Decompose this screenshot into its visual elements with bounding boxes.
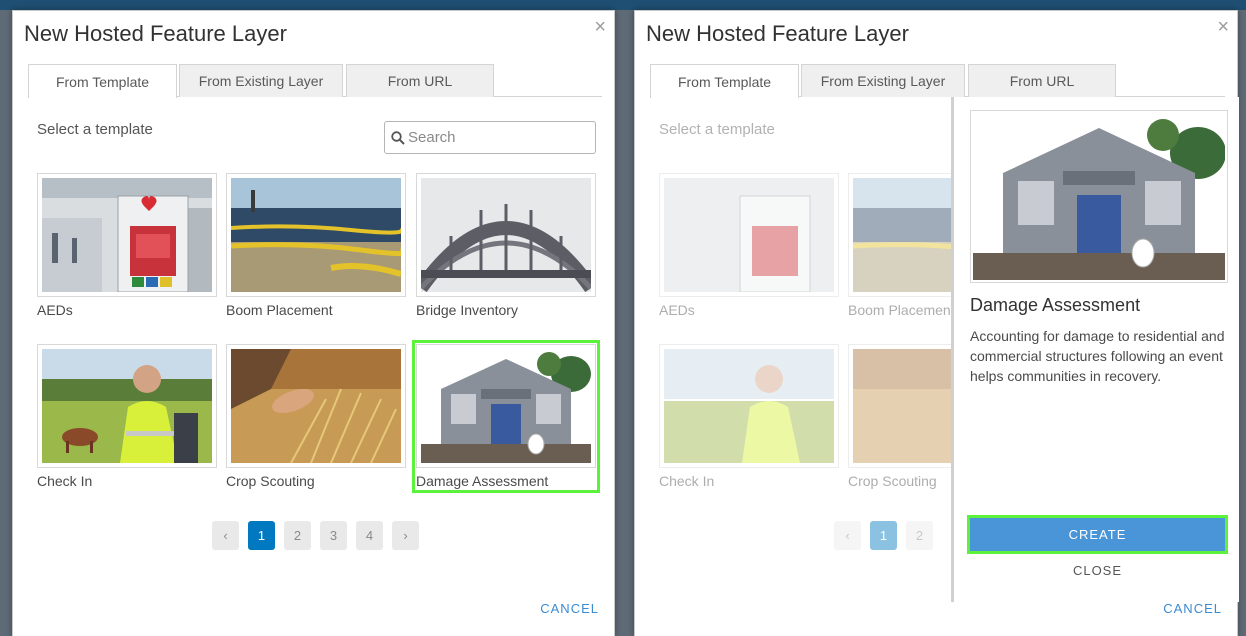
select-template-label: Select a template: [37, 121, 153, 138]
damaged-house-image: [421, 349, 591, 463]
template-label: Damage Assessment: [416, 473, 549, 489]
search-field[interactable]: [384, 121, 596, 154]
template-tile-check-in[interactable]: Check In: [37, 344, 217, 489]
template-thumbnail: [37, 344, 217, 468]
template-label: Check In: [659, 473, 715, 489]
tab-from-existing-layer[interactable]: From Existing Layer: [179, 64, 343, 97]
template-thumbnail: [848, 344, 951, 468]
template-thumbnail: [659, 344, 839, 468]
template-detail-panel: Damage Assessment Accounting for damage …: [951, 97, 1239, 602]
template-label: Crop Scouting: [848, 473, 937, 489]
new-hosted-feature-layer-dialog: New Hosted Feature Layer × From Template…: [12, 10, 615, 636]
pager-page-2[interactable]: 2: [906, 521, 933, 550]
aed-cabinet-image: [664, 178, 834, 292]
pagination: ‹ 1 2 3 4 ›: [212, 521, 419, 550]
pager-page-4[interactable]: 4: [356, 521, 383, 550]
template-label: Crop Scouting: [226, 473, 315, 489]
pagination: ‹ 1 2: [834, 521, 933, 550]
pager-prev[interactable]: ‹: [212, 521, 239, 550]
template-label: Bridge Inventory: [416, 302, 518, 318]
template-thumbnail: [659, 173, 839, 297]
tab-from-template[interactable]: From Template: [650, 64, 799, 98]
template-detail-title: Damage Assessment: [970, 295, 1141, 315]
search-input[interactable]: [408, 129, 588, 146]
pager-page-1[interactable]: 1: [870, 521, 897, 550]
dialog-title: New Hosted Feature Layer: [646, 21, 909, 46]
template-preview: [970, 110, 1228, 283]
template-tile-bridge-inventory[interactable]: Bridge Inventory: [416, 173, 596, 318]
worker-with-phone-image: [664, 349, 834, 463]
close-button[interactable]: CLOSE: [970, 563, 1225, 587]
template-thumbnail: [848, 173, 951, 297]
tab-bar: From Template From Existing Layer From U…: [650, 64, 1225, 98]
worker-with-phone-image: [42, 349, 212, 463]
boom-placement-image: [853, 178, 951, 292]
template-tile-crop-scouting[interactable]: Crop Scouting: [226, 344, 406, 489]
wheat-field-image: [853, 349, 951, 463]
tab-from-template[interactable]: From Template: [28, 64, 177, 98]
template-tile-aeds[interactable]: AEDs: [659, 173, 839, 318]
pager-prev[interactable]: ‹: [834, 521, 861, 550]
template-thumbnail: [416, 344, 596, 468]
tab-bar: From Template From Existing Layer From U…: [28, 64, 602, 98]
pager-page-2[interactable]: 2: [284, 521, 311, 550]
wheat-field-image: [231, 349, 401, 463]
template-detail-description: Accounting for damage to residential and…: [970, 328, 1225, 384]
cancel-button[interactable]: CANCEL: [540, 601, 599, 616]
close-icon[interactable]: ×: [594, 17, 606, 37]
template-label: AEDs: [659, 302, 695, 318]
template-thumbnail: [37, 173, 217, 297]
tab-from-url[interactable]: From URL: [968, 64, 1116, 97]
template-tile-boom-placement[interactable]: Boom Placement: [226, 173, 406, 318]
pager-page-1[interactable]: 1: [248, 521, 275, 550]
template-label: Boom Placement: [226, 302, 333, 318]
template-thumbnail: [226, 344, 406, 468]
template-label: Check In: [37, 473, 93, 489]
app-header-strip: [0, 0, 624, 10]
template-tile-aeds[interactable]: AEDs: [37, 173, 217, 318]
template-tile-damage-assessment[interactable]: Damage Assessment: [412, 340, 600, 493]
aed-cabinet-image: [42, 178, 212, 292]
cancel-button[interactable]: CANCEL: [1163, 601, 1222, 616]
template-label: Boom Placement: [848, 302, 951, 318]
new-hosted-feature-layer-dialog-detail: New Hosted Feature Layer × From Template…: [634, 10, 1239, 636]
dialog-title: New Hosted Feature Layer: [24, 21, 287, 46]
tab-from-existing-layer[interactable]: From Existing Layer: [801, 64, 965, 97]
close-icon[interactable]: ×: [1217, 17, 1229, 37]
create-button[interactable]: CREATE: [967, 515, 1228, 554]
template-thumbnail: [226, 173, 406, 297]
pager-next[interactable]: ›: [392, 521, 419, 550]
template-label: AEDs: [37, 302, 73, 318]
damaged-house-preview-image: [973, 113, 1225, 280]
boom-placement-image: [231, 178, 401, 292]
template-thumbnail: [416, 173, 596, 297]
tab-from-url[interactable]: From URL: [346, 64, 494, 97]
select-template-label: Select a template: [659, 121, 775, 138]
template-tile-boom-placement[interactable]: Boom Placement: [848, 173, 951, 318]
search-icon: [391, 130, 405, 145]
template-tile-check-in[interactable]: Check In: [659, 344, 839, 489]
pager-page-3[interactable]: 3: [320, 521, 347, 550]
app-header-strip: [624, 0, 1246, 10]
template-tile-crop-scouting[interactable]: Crop Scouting: [848, 344, 951, 489]
bridge-image: [421, 178, 591, 292]
